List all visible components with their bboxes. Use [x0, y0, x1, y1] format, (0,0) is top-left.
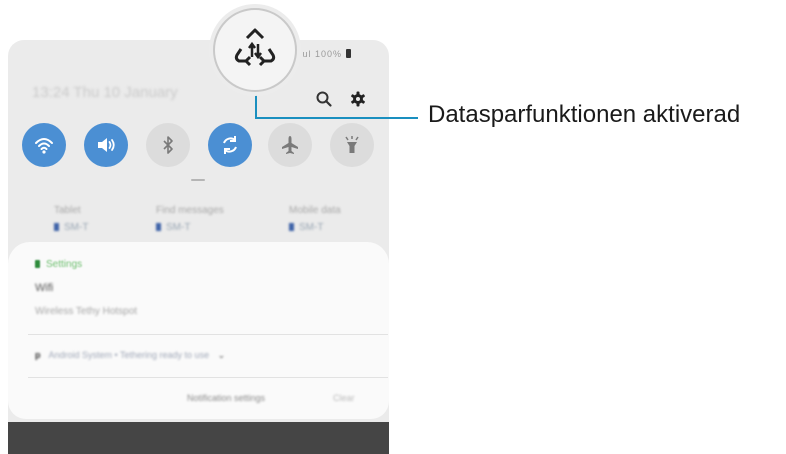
callout-line [255, 86, 418, 119]
data-saver-icon [234, 28, 276, 67]
callout-label: Datasparfunktionen aktiverad [428, 101, 741, 128]
callout-magnifier [213, 8, 297, 92]
